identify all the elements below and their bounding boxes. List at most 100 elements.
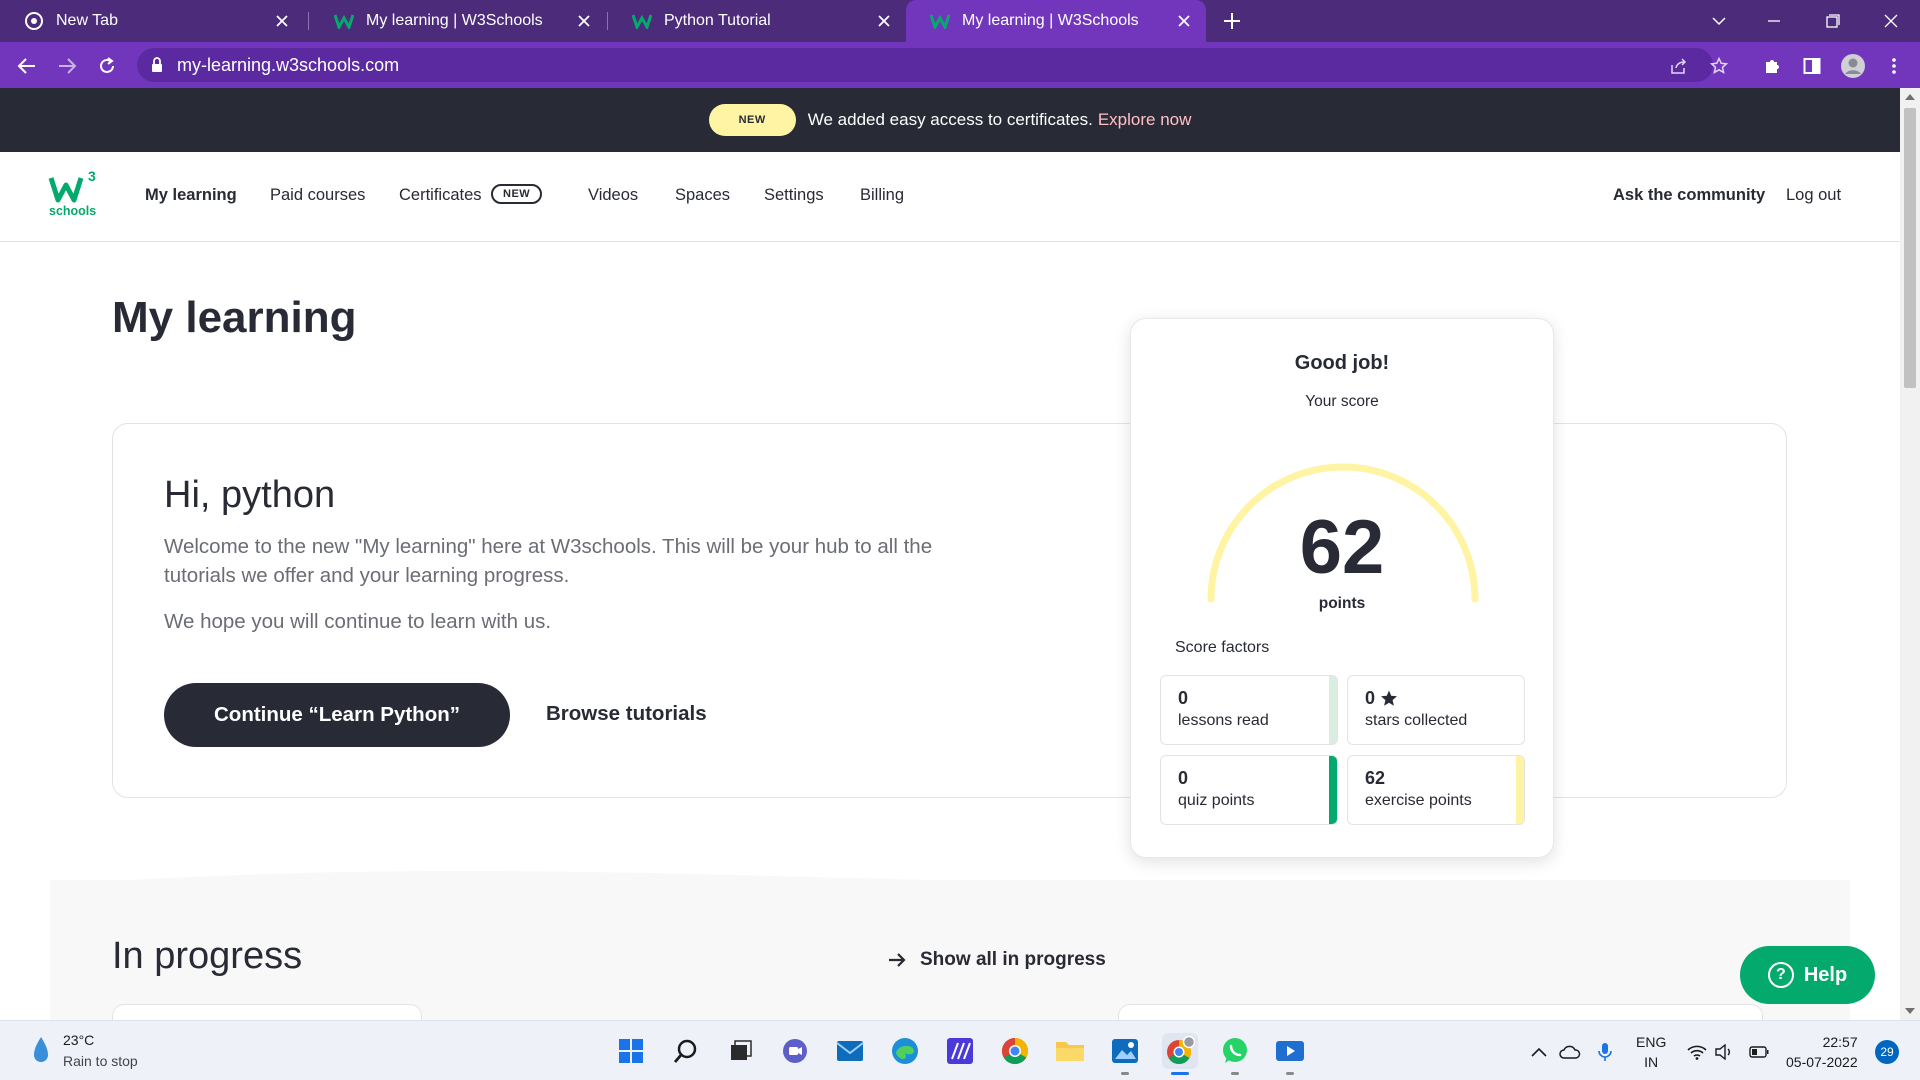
- question-icon: ?: [1767, 962, 1794, 988]
- volume-icon[interactable]: [1714, 1041, 1736, 1063]
- weather-temperature[interactable]: 23°C: [63, 1032, 94, 1048]
- close-icon[interactable]: [574, 11, 594, 31]
- mail-icon[interactable]: [832, 1033, 868, 1069]
- windows-start-icon[interactable]: [613, 1033, 649, 1069]
- browse-tutorials-link[interactable]: Browse tutorials: [546, 702, 707, 726]
- logout-link[interactable]: Log out: [1786, 186, 1841, 205]
- progress-card[interactable]: [1118, 1004, 1763, 1020]
- show-all-label: Show all in progress: [920, 949, 1106, 970]
- factor-value: 62: [1365, 768, 1386, 788]
- window-close-icon[interactable]: [1878, 8, 1904, 34]
- ask-community-link[interactable]: Ask the community: [1613, 186, 1765, 205]
- factor-label: stars collected: [1365, 712, 1468, 729]
- nav-settings[interactable]: Settings: [764, 186, 824, 205]
- chrome-icon[interactable]: [997, 1033, 1033, 1069]
- chevron-up-icon[interactable]: [1528, 1041, 1550, 1063]
- w3schools-logo[interactable]: 3 schools: [48, 168, 102, 220]
- nav-spaces[interactable]: Spaces: [675, 186, 730, 205]
- battery-icon[interactable]: [1748, 1041, 1770, 1063]
- side-panel-icon[interactable]: [1799, 53, 1825, 79]
- lock-icon[interactable]: [151, 57, 163, 73]
- nav-my-learning[interactable]: My learning: [145, 186, 237, 205]
- help-label: Help: [1803, 963, 1848, 986]
- restore-icon[interactable]: [1820, 8, 1846, 34]
- close-icon[interactable]: [272, 11, 292, 31]
- tab-search-chevron-icon[interactable]: [1706, 8, 1732, 34]
- tab-my-learning[interactable]: My learning | W3Schools: [310, 0, 606, 42]
- nav-paid-courses[interactable]: Paid courses: [270, 186, 365, 205]
- continue-learning-button[interactable]: Continue “Learn Python”: [164, 683, 510, 747]
- star-icon: [1380, 690, 1398, 707]
- nav-videos[interactable]: Videos: [588, 186, 638, 205]
- progress-card[interactable]: [112, 1004, 422, 1020]
- tab-my-learning-active[interactable]: My learning | W3Schools: [906, 0, 1206, 42]
- menu-kebab-icon[interactable]: [1881, 53, 1907, 79]
- extensions-puzzle-icon[interactable]: [1759, 53, 1785, 79]
- microphone-icon[interactable]: [1594, 1041, 1616, 1063]
- top-navigation: 3 schools My learning Paid courses Certi…: [0, 152, 1900, 242]
- system-clock[interactable]: 22:57 05-07-2022: [1786, 1032, 1858, 1072]
- file-explorer-icon[interactable]: [1052, 1033, 1088, 1069]
- profile-avatar-icon[interactable]: [1840, 53, 1866, 79]
- language-indicator[interactable]: ENG IN: [1636, 1032, 1666, 1072]
- back-arrow-icon[interactable]: [14, 53, 40, 79]
- bookmark-star-icon[interactable]: [1707, 54, 1731, 78]
- factor-label: lessons read: [1178, 712, 1269, 729]
- onedrive-cloud-icon[interactable]: [1559, 1041, 1581, 1063]
- weather-rain-icon[interactable]: [30, 1035, 52, 1065]
- photos-icon[interactable]: [1107, 1033, 1143, 1069]
- w3schools-favicon-icon: [334, 11, 354, 31]
- tab-python-tutorial[interactable]: Python Tutorial: [608, 0, 906, 42]
- chrome-profile-icon[interactable]: [1162, 1033, 1198, 1069]
- explore-now-link[interactable]: Explore now: [1098, 110, 1192, 130]
- media-player-icon[interactable]: [1272, 1033, 1308, 1069]
- app-running-indicator: [1231, 1072, 1239, 1075]
- wifi-icon[interactable]: [1686, 1041, 1708, 1063]
- certificates-new-badge: NEW: [491, 184, 543, 204]
- page-viewport: NEW We added easy access to certificates…: [0, 88, 1900, 1020]
- factor-stripe: [1329, 676, 1337, 744]
- score-label: Your score: [1305, 393, 1379, 410]
- nav-certificates[interactable]: Certificates: [399, 186, 482, 205]
- teams-chat-icon[interactable]: [777, 1033, 813, 1069]
- score-value: 62: [1299, 505, 1385, 590]
- score-unit: points: [1318, 595, 1366, 612]
- minimize-icon[interactable]: [1761, 8, 1787, 34]
- app-running-indicator: [1286, 1072, 1294, 1075]
- task-view-icon[interactable]: [723, 1033, 759, 1069]
- scroll-up-arrow-icon[interactable]: [1905, 94, 1915, 100]
- clock-time: 22:57: [1822, 1034, 1858, 1050]
- search-icon[interactable]: [668, 1033, 704, 1069]
- windows-taskbar: 23°C Rain to stop ENG IN 22:57 05-07-202…: [0, 1020, 1920, 1080]
- factor-stripe: [1516, 756, 1524, 824]
- welcome-text: Welcome to the new "My learning" here at…: [164, 535, 933, 587]
- in-progress-heading: In progress: [112, 935, 303, 977]
- ms-math-app-icon[interactable]: [942, 1033, 978, 1069]
- weather-description[interactable]: Rain to stop: [63, 1053, 138, 1069]
- new-tab-plus-icon[interactable]: [1220, 9, 1244, 33]
- address-bar[interactable]: my-learning.w3schools.com: [137, 48, 1728, 82]
- wave-divider: [50, 870, 1850, 900]
- tab-new-tab[interactable]: New Tab: [0, 0, 304, 42]
- tab-title: New Tab: [56, 12, 118, 29]
- greeting-heading: Hi, python: [164, 474, 336, 516]
- scrollbar-thumb[interactable]: [1904, 108, 1916, 388]
- reload-icon[interactable]: [94, 53, 120, 79]
- share-icon[interactable]: [1667, 54, 1691, 78]
- show-all-in-progress-link[interactable]: Show all in progress: [888, 949, 1106, 971]
- page-scrollbar[interactable]: [1900, 88, 1920, 1020]
- banner-message: We added easy access to certificates.: [807, 110, 1093, 129]
- notification-count-badge[interactable]: 29: [1875, 1040, 1899, 1064]
- browser-tab-strip: New Tab My learning | W3Schools Python T…: [0, 0, 1920, 42]
- chrome-icon: [24, 11, 44, 31]
- close-icon[interactable]: [874, 11, 894, 31]
- forward-arrow-icon[interactable]: [54, 53, 80, 79]
- edge-browser-icon[interactable]: [887, 1033, 923, 1069]
- whatsapp-icon[interactable]: [1217, 1033, 1253, 1069]
- scroll-down-arrow-icon[interactable]: [1905, 1008, 1915, 1014]
- help-button[interactable]: ? Help: [1740, 946, 1875, 1004]
- url-text[interactable]: my-learning.w3schools.com: [177, 55, 399, 76]
- close-icon[interactable]: [1174, 11, 1194, 31]
- nav-billing[interactable]: Billing: [860, 186, 904, 205]
- factor-quiz-points: 0 quiz points: [1160, 755, 1338, 825]
